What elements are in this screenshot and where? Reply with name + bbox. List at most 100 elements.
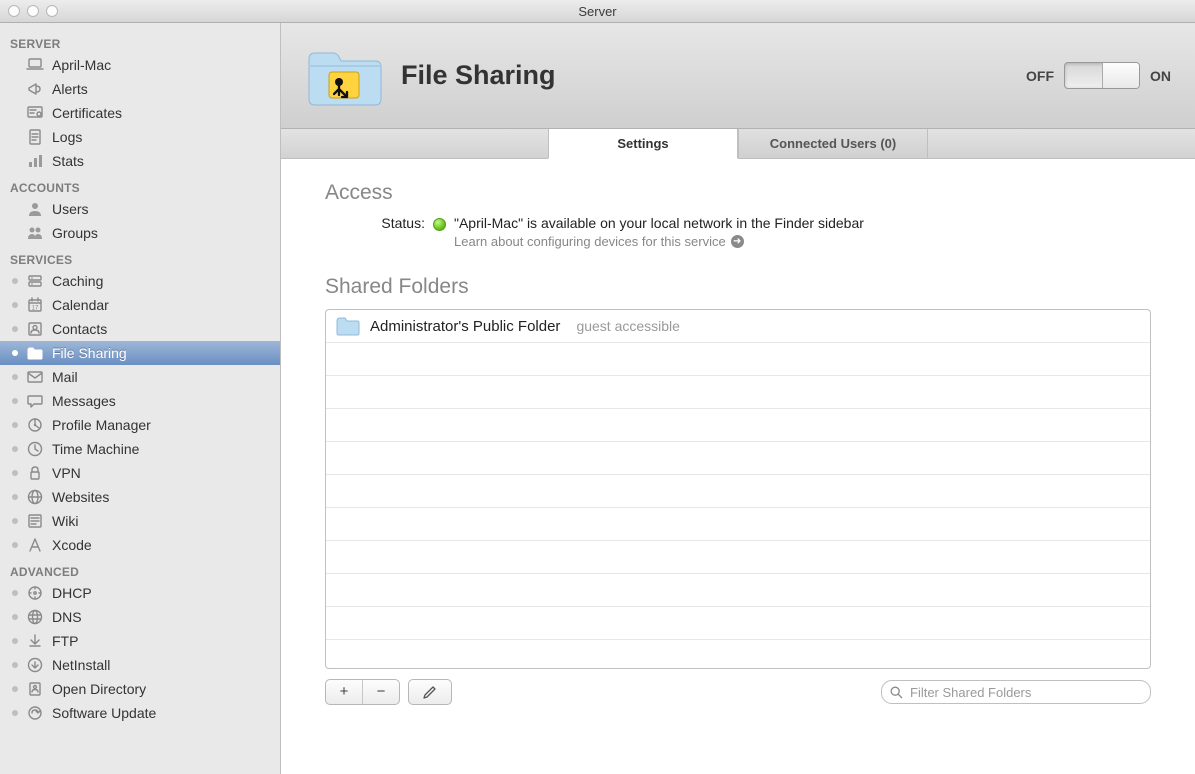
sidebar-item-label: Websites xyxy=(52,489,109,505)
sidebar-item-calendar[interactable]: 17Calendar xyxy=(0,293,280,317)
status-indicator-icon xyxy=(433,218,446,231)
sidebar-item-profile-manager[interactable]: Profile Manager xyxy=(0,413,280,437)
sidebar-item-label: Caching xyxy=(52,273,103,289)
sidebar-item-label: Mail xyxy=(52,369,78,385)
status-dot-icon xyxy=(12,590,18,596)
sidebar-item-time-machine[interactable]: Time Machine xyxy=(0,437,280,461)
sidebar-item-file-sharing[interactable]: File Sharing xyxy=(0,341,280,365)
calendar-icon: 17 xyxy=(26,296,44,314)
shared-folders-section-title: Shared Folders xyxy=(325,275,1151,299)
sidebar-item-label: Users xyxy=(52,201,89,217)
sidebar-item-alerts[interactable]: Alerts xyxy=(0,77,280,101)
access-section-title: Access xyxy=(325,181,1151,205)
zoom-button[interactable] xyxy=(46,5,58,17)
sidebar-item-stats[interactable]: Stats xyxy=(0,149,280,173)
group-icon xyxy=(26,224,44,242)
window-title: Server xyxy=(0,4,1195,19)
traffic-lights xyxy=(0,5,58,17)
shared-folder-row[interactable] xyxy=(326,409,1150,442)
contacts-icon xyxy=(26,320,44,338)
arrow-right-icon: ➜ xyxy=(731,235,744,248)
stats-icon xyxy=(26,152,44,170)
sidebar-item-caching[interactable]: Caching xyxy=(0,269,280,293)
sidebar-item-dhcp[interactable]: DHCP xyxy=(0,581,280,605)
websites-icon xyxy=(26,488,44,506)
ftp-icon xyxy=(26,632,44,650)
server-window: Server SERVERApril-MacAlerts Certificates… xyxy=(0,0,1195,774)
sidebar-item-label: Groups xyxy=(52,225,98,241)
sidebar-item-label: DHCP xyxy=(52,585,92,601)
caching-icon xyxy=(26,272,44,290)
sidebar-item-ftp[interactable]: FTP xyxy=(0,629,280,653)
add-button[interactable]: + xyxy=(326,680,362,704)
shared-folder-row[interactable] xyxy=(326,541,1150,574)
filesharing-icon xyxy=(26,344,44,362)
shared-folder-row[interactable] xyxy=(326,640,1150,669)
learn-link-text: Learn about configuring devices for this… xyxy=(454,234,726,249)
file-sharing-icon xyxy=(305,45,383,107)
shared-folder-sub: guest accessible xyxy=(576,318,680,334)
sidebar-item-label: NetInstall xyxy=(52,657,110,673)
shared-folder-row[interactable]: Administrator's Public Folderguest acces… xyxy=(326,310,1150,343)
sidebar: SERVERApril-MacAlerts Certificates Logs Sta… xyxy=(0,23,281,774)
sidebar-item-mail[interactable]: Mail xyxy=(0,365,280,389)
sidebar-item-websites[interactable]: Websites xyxy=(0,485,280,509)
sidebar-item-logs[interactable]: Logs xyxy=(0,125,280,149)
sidebar-item-dns[interactable]: DNS xyxy=(0,605,280,629)
edit-button[interactable] xyxy=(408,679,452,705)
tab-connected-users[interactable]: Connected Users (0) xyxy=(738,129,928,158)
sidebar-item-xcode[interactable]: Xcode xyxy=(0,533,280,557)
sidebar-group-label: SERVER xyxy=(0,29,280,53)
sidebar-item-label: File Sharing xyxy=(52,345,127,361)
dns-icon xyxy=(26,608,44,626)
sidebar-item-label: Time Machine xyxy=(52,441,139,457)
tab-settings[interactable]: Settings xyxy=(548,129,738,159)
close-button[interactable] xyxy=(8,5,20,17)
sidebar-item-label: Stats xyxy=(52,153,84,169)
titlebar: Server xyxy=(0,0,1195,23)
sidebar-item-users[interactable]: Users xyxy=(0,197,280,221)
service-switch[interactable] xyxy=(1064,62,1140,89)
filter-input[interactable] xyxy=(908,684,1142,701)
sidebar-item-label: Profile Manager xyxy=(52,417,151,433)
sidebar-item-groups[interactable]: Groups xyxy=(0,221,280,245)
shared-folder-row[interactable] xyxy=(326,343,1150,376)
shared-folder-row[interactable] xyxy=(326,607,1150,640)
status-dot-icon xyxy=(12,278,18,284)
filter-search[interactable] xyxy=(881,680,1151,704)
sidebar-item-certificates[interactable]: Certificates xyxy=(0,101,280,125)
shared-folder-row[interactable] xyxy=(326,376,1150,409)
shared-folders-list[interactable]: Administrator's Public Folderguest acces… xyxy=(325,309,1151,669)
sidebar-item-software-update[interactable]: Software Update xyxy=(0,701,280,725)
sidebar-item-netinstall[interactable]: NetInstall xyxy=(0,653,280,677)
messages-icon xyxy=(26,392,44,410)
status-dot-icon xyxy=(12,518,18,524)
sidebar-item-wiki[interactable]: Wiki xyxy=(0,509,280,533)
add-remove-segment: + − xyxy=(325,679,400,705)
status-dot-icon xyxy=(12,710,18,716)
learn-link[interactable]: Learn about configuring devices for this… xyxy=(454,234,1151,249)
sidebar-item-contacts[interactable]: Contacts xyxy=(0,317,280,341)
shared-folder-row[interactable] xyxy=(326,475,1150,508)
shared-folder-row[interactable] xyxy=(326,574,1150,607)
sidebar-item-label: VPN xyxy=(52,465,81,481)
remove-button[interactable]: − xyxy=(362,680,399,704)
shared-folder-row[interactable] xyxy=(326,508,1150,541)
minimize-button[interactable] xyxy=(27,5,39,17)
sidebar-item-label: Open Directory xyxy=(52,681,146,697)
mail-icon xyxy=(26,368,44,386)
sidebar-item-label: Messages xyxy=(52,393,116,409)
status-dot-icon xyxy=(12,470,18,476)
vpn-icon xyxy=(26,464,44,482)
shared-folder-row[interactable] xyxy=(326,442,1150,475)
sidebar-item-april-mac[interactable]: April-Mac xyxy=(0,53,280,77)
status-dot-icon xyxy=(12,350,18,356)
folder-icon xyxy=(336,316,360,336)
sidebar-item-messages[interactable]: Messages xyxy=(0,389,280,413)
laptop-icon xyxy=(26,56,44,74)
sidebar-item-label: Certificates xyxy=(52,105,122,121)
switch-on-label: ON xyxy=(1150,68,1171,84)
sidebar-group-label: SERVICES xyxy=(0,245,280,269)
sidebar-item-open-directory[interactable]: Open Directory xyxy=(0,677,280,701)
sidebar-item-vpn[interactable]: VPN xyxy=(0,461,280,485)
